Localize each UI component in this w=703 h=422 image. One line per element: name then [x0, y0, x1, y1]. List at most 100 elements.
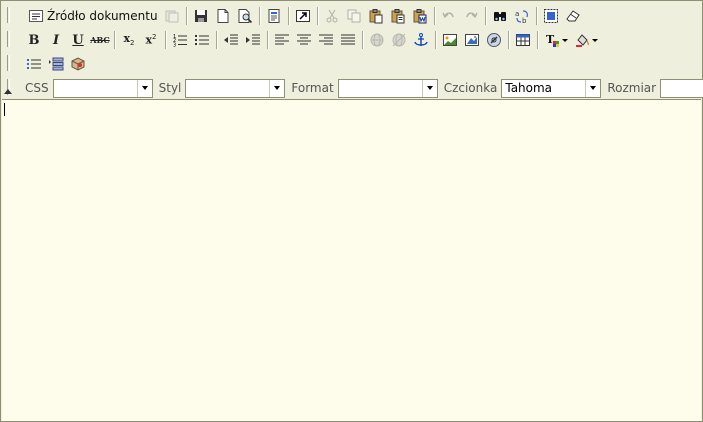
toolbar-separator	[535, 7, 537, 25]
find-button[interactable]	[489, 5, 511, 27]
text-color-button[interactable]: T	[541, 29, 571, 51]
unlink-button[interactable]	[388, 29, 410, 51]
cut-icon	[326, 9, 338, 23]
editor-content-area[interactable]	[2, 99, 701, 421]
toolbar-grip[interactable]	[3, 30, 13, 48]
find-icon	[493, 12, 506, 21]
bulleted-list-icon	[195, 35, 209, 45]
select-all-icon	[543, 9, 558, 23]
size-select[interactable]	[660, 78, 703, 98]
align-left-icon	[275, 34, 289, 45]
indent-button[interactable]	[242, 29, 264, 51]
justify-button[interactable]	[337, 29, 359, 51]
align-right-button[interactable]	[315, 29, 337, 51]
copy-icon	[347, 9, 361, 23]
form-list-icon	[49, 57, 64, 71]
chevron-down-icon	[591, 38, 598, 42]
link-button[interactable]	[366, 29, 388, 51]
toolbar-separator	[165, 31, 166, 49]
flash-icon	[465, 34, 479, 46]
toolbar-separator	[114, 31, 115, 49]
source-button[interactable]: Źródło dokumentu	[25, 5, 161, 27]
templates-icon	[165, 10, 179, 23]
redo-icon	[465, 12, 478, 19]
bulleted-list-alt-icon	[27, 59, 41, 69]
paste-word-button[interactable]	[409, 5, 431, 27]
chevron-down-icon[interactable]	[136, 79, 152, 97]
underline-button[interactable]: U	[67, 29, 89, 51]
paste-button[interactable]	[365, 5, 387, 27]
toolbar: Źródło dokumentu a b B I U ABC x2 x2 1 2…	[1, 1, 703, 99]
undo-button[interactable]	[438, 5, 460, 27]
chevron-down-icon[interactable]	[421, 79, 437, 97]
subscript-icon: x2	[123, 32, 135, 48]
chevron-down-icon[interactable]	[269, 79, 285, 97]
plugin-box-button[interactable]	[67, 53, 89, 75]
maximize-icon	[295, 10, 310, 22]
align-right-icon	[319, 34, 333, 45]
numbered-list-button[interactable]: 123	[169, 29, 191, 51]
chevron-down-icon[interactable]	[585, 79, 601, 97]
toolbar-separator	[258, 7, 260, 25]
toolbar-row-3	[23, 53, 89, 75]
bulleted-list-alt-button[interactable]	[23, 53, 45, 75]
strikethrough-button[interactable]: ABC	[89, 29, 111, 51]
size-label: Rozmiar	[607, 81, 657, 95]
flash-button[interactable]	[461, 29, 483, 51]
form-list-button[interactable]	[45, 53, 67, 75]
subscript-button[interactable]: x2	[118, 29, 140, 51]
image-button[interactable]	[439, 29, 461, 51]
anchor-icon	[414, 33, 428, 46]
align-center-button[interactable]	[293, 29, 315, 51]
redo-button[interactable]	[460, 5, 482, 27]
select-all-button[interactable]	[540, 5, 562, 27]
new-page-button[interactable]	[212, 5, 234, 27]
svg-text:b: b	[522, 17, 527, 24]
plugin-box-icon	[71, 57, 85, 71]
svg-text:a: a	[515, 10, 519, 18]
indent-icon	[246, 34, 260, 45]
table-button[interactable]	[512, 29, 534, 51]
paste-word-icon	[413, 9, 427, 24]
toolbar-separator	[537, 31, 538, 49]
toolbar-separator	[484, 7, 486, 25]
source-button-label: Źródło dokumentu	[47, 9, 158, 23]
format-select[interactable]	[337, 78, 438, 98]
copy-button[interactable]	[343, 5, 365, 27]
remove-format-button[interactable]	[562, 5, 584, 27]
replace-button[interactable]: ab	[511, 5, 533, 27]
italic-button[interactable]: I	[45, 29, 67, 51]
toolbar-grip[interactable]	[3, 6, 13, 24]
new-page-icon	[217, 9, 229, 23]
text-color-icon: T	[546, 33, 559, 47]
strikethrough-icon: ABC	[90, 35, 110, 45]
templates-doc-button[interactable]	[263, 5, 285, 27]
font-select[interactable]: Tahoma	[501, 78, 602, 98]
outdent-button[interactable]	[220, 29, 242, 51]
toolbar-separator	[435, 31, 436, 49]
rich-text-editor: Źródło dokumentu a b B I U ABC x2 x2 1 2…	[0, 0, 703, 422]
toolbar-separator	[185, 7, 187, 25]
special-char-icon	[487, 33, 501, 47]
templates-button[interactable]	[161, 5, 183, 27]
toolbar-grip[interactable]	[3, 54, 13, 72]
superscript-button[interactable]: x2	[140, 29, 162, 51]
css-select[interactable]	[52, 78, 153, 98]
font-label: Czcionka	[443, 81, 498, 95]
maximize-button[interactable]	[292, 5, 314, 27]
save-button[interactable]	[190, 5, 212, 27]
source-icon	[29, 10, 43, 22]
bold-button[interactable]: B	[23, 29, 45, 51]
collapse-toolbar-icon[interactable]	[4, 89, 12, 94]
unlink-icon	[392, 33, 406, 47]
text-caret	[4, 103, 5, 116]
paste-text-button[interactable]	[387, 5, 409, 27]
preview-button[interactable]	[234, 5, 256, 27]
background-color-button[interactable]	[571, 29, 601, 51]
special-char-button[interactable]	[483, 29, 505, 51]
style-select[interactable]	[185, 78, 286, 98]
align-left-button[interactable]	[271, 29, 293, 51]
bulleted-list-button[interactable]	[191, 29, 213, 51]
cut-button[interactable]	[321, 5, 343, 27]
anchor-button[interactable]	[410, 29, 432, 51]
